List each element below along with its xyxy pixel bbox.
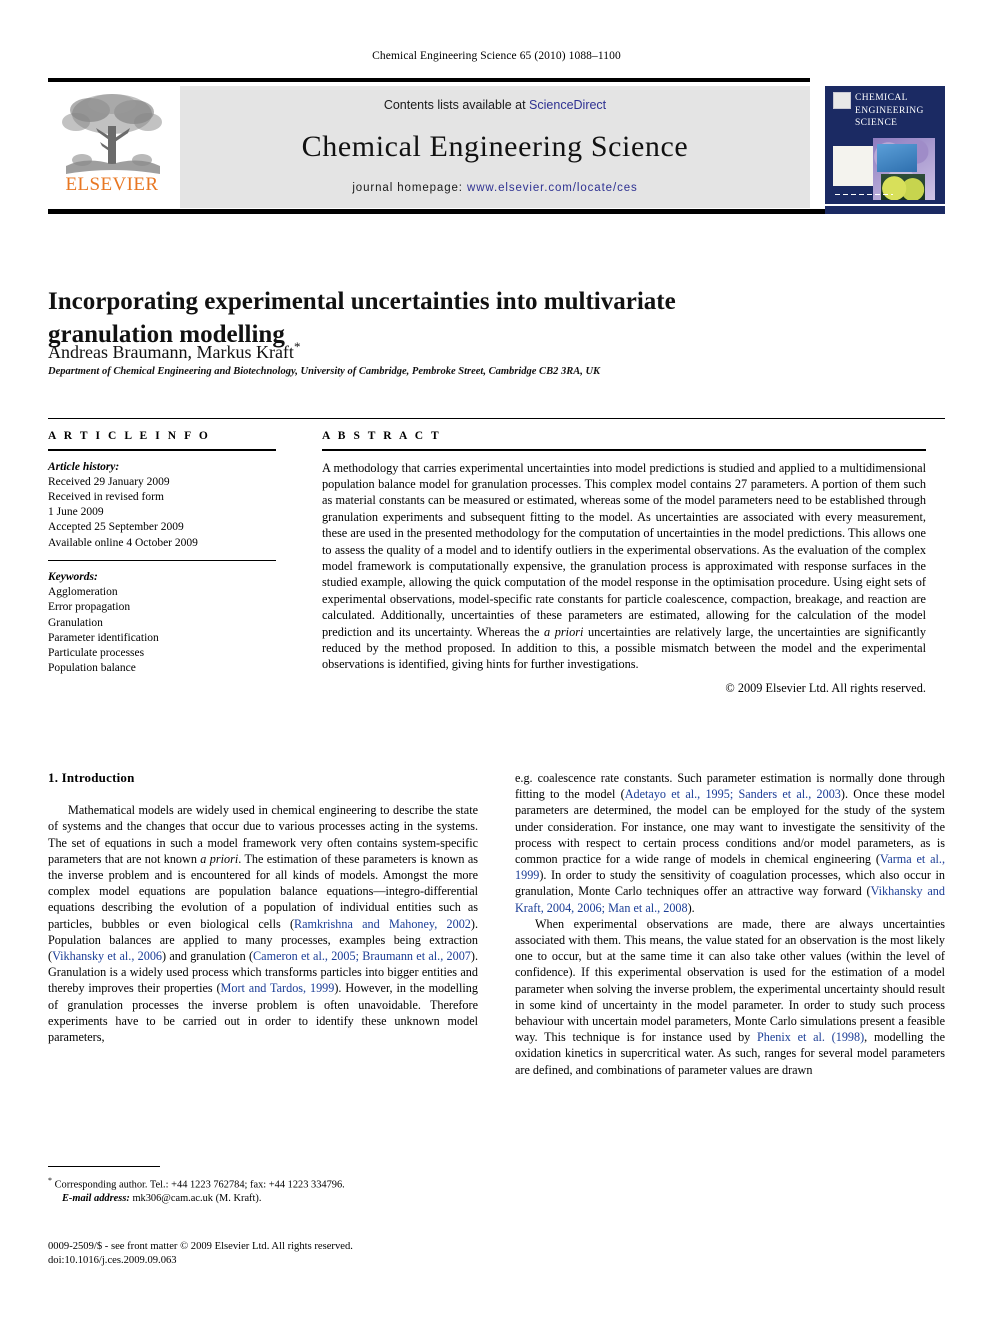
cover-bottom-bar bbox=[825, 204, 945, 206]
article-info-section: A R T I C L E I N F O Article history: R… bbox=[48, 430, 276, 676]
citation-vikhansky-2006[interactable]: Vikhansky et al., 2006 bbox=[52, 949, 162, 963]
info-abstract-top-rule bbox=[48, 418, 945, 419]
cover-title-line-2: ENGINEERING bbox=[855, 105, 924, 116]
body-column-left: 1. Introduction Mathematical models are … bbox=[48, 770, 478, 1045]
keywords-label: Keywords: bbox=[48, 570, 98, 583]
intro-right-text-d: ). bbox=[687, 900, 695, 915]
history-item: Available online 4 October 2009 bbox=[48, 536, 198, 549]
cover-title-line-3: SCIENCE bbox=[855, 118, 898, 128]
abstract-section: A B S T R A C T A methodology that carri… bbox=[322, 430, 926, 696]
article-info-heading: A R T I C L E I N F O bbox=[48, 430, 211, 442]
sciencedirect-link[interactable]: ScienceDirect bbox=[529, 98, 606, 112]
abstract-part-1: A methodology that carries experimental … bbox=[322, 460, 926, 639]
footnote-contact-text: Corresponding author. Tel.: +44 1223 762… bbox=[52, 1179, 345, 1191]
keyword-item: Particulate processes bbox=[48, 646, 145, 659]
running-head: Chemical Engineering Science 65 (2010) 1… bbox=[372, 50, 621, 62]
journal-homepage-link[interactable]: www.elsevier.com/locate/ces bbox=[467, 182, 638, 194]
citation-ramkrishna[interactable]: Ramkrishna and Mahoney, 2002 bbox=[294, 917, 471, 931]
author-list: Andreas Braumann, Markus Kraft* bbox=[48, 339, 728, 363]
email-address-label: E-mail address: bbox=[62, 1193, 130, 1205]
abstract-heading: A B S T R A C T bbox=[322, 430, 442, 442]
abstract-rule bbox=[322, 449, 926, 451]
corresponding-author-marker: * bbox=[293, 339, 301, 354]
history-item: Received 29 January 2009 bbox=[48, 475, 170, 488]
keywords-block: Keywords: Agglomeration Error propagatio… bbox=[48, 570, 276, 676]
footnote-line-2: E-mail address: mk306@cam.ac.uk (M. Kraf… bbox=[48, 1192, 478, 1206]
author-names: Andreas Braumann, Markus Kraft bbox=[48, 342, 294, 362]
journal-article-page: Chemical Engineering Science 65 (2010) 1… bbox=[0, 0, 992, 1323]
journal-cover-thumbnail: CHEMICAL ENGINEERING SCIENCE bbox=[825, 86, 945, 214]
history-item: Received in revised form bbox=[48, 490, 164, 503]
citation-adetayo-sanders[interactable]: Adetayo et al., 1995; Sanders et al., 20… bbox=[625, 787, 841, 801]
contents-available-line: Contents lists available at ScienceDirec… bbox=[180, 98, 810, 112]
abstract-copyright: © 2009 Elsevier Ltd. All rights reserved… bbox=[725, 680, 926, 695]
cover-image-green bbox=[881, 174, 925, 200]
footnote-line-1: * Corresponding author. Tel.: +44 1223 7… bbox=[48, 1174, 478, 1192]
affiliation: Department of Chemical Engineering and B… bbox=[48, 366, 601, 377]
cover-elsevier-icon bbox=[833, 92, 851, 109]
intro-paragraph-left: Mathematical models are widely used in c… bbox=[48, 802, 478, 1045]
masthead-top-rule bbox=[48, 78, 810, 82]
abstract-body: A methodology that carries experimental … bbox=[322, 460, 926, 673]
citation-mort-tardos[interactable]: Mort and Tardos, 1999 bbox=[221, 981, 335, 995]
corresponding-author-footnote: * Corresponding author. Tel.: +44 1223 7… bbox=[48, 1174, 478, 1206]
contents-prefix: Contents lists available at bbox=[383, 98, 530, 112]
homepage-prefix: journal homepage: bbox=[352, 182, 467, 194]
journal-homepage-line: journal homepage: www.elsevier.com/locat… bbox=[180, 182, 810, 194]
cover-title-text: CHEMICAL ENGINEERING SCIENCE bbox=[855, 92, 941, 130]
keyword-item: Granulation bbox=[48, 616, 103, 629]
abstract-italic-a-priori: a priori bbox=[544, 624, 584, 639]
keyword-item: Error propagation bbox=[48, 601, 131, 614]
keyword-item: Population balance bbox=[48, 662, 136, 675]
cover-title-line-1: CHEMICAL bbox=[855, 93, 908, 103]
article-history-label: Article history: bbox=[48, 460, 120, 473]
citation-cameron-braumann[interactable]: Cameron et al., 2005; Braumann et al., 2… bbox=[253, 949, 471, 963]
cover-image-blue bbox=[877, 144, 917, 172]
section-heading-introduction: 1. Introduction bbox=[48, 770, 135, 785]
intro-right2-text-a: When experimental observations are made,… bbox=[515, 916, 945, 1045]
intro-left-text-d: ) and granulation ( bbox=[162, 949, 254, 964]
article-history-block: Article history: Received 29 January 200… bbox=[48, 460, 276, 551]
journal-title: Chemical Engineering Science bbox=[301, 130, 689, 163]
footer-issn-line: 0009-2509/$ - see front matter © 2009 El… bbox=[48, 1241, 353, 1252]
article-info-rule bbox=[48, 449, 276, 451]
masthead-bottom-rule bbox=[48, 209, 945, 214]
elsevier-wordmark: ELSEVIER bbox=[65, 174, 159, 195]
cover-dash-rule bbox=[835, 194, 893, 195]
footer-doi-line[interactable]: doi:10.1016/j.ces.2009.09.063 bbox=[48, 1254, 608, 1268]
citation-phenix[interactable]: Phenix et al. (1998) bbox=[757, 1030, 864, 1044]
intro-paragraph-right-1: e.g. coalescence rate constants. Such pa… bbox=[515, 770, 945, 916]
email-address-value[interactable]: mk306@cam.ac.uk (M. Kraft). bbox=[130, 1193, 261, 1204]
keyword-item: Agglomeration bbox=[48, 586, 118, 599]
body-column-right: e.g. coalescence rate constants. Such pa… bbox=[515, 770, 945, 1078]
intro-left-italic: a priori bbox=[200, 851, 239, 866]
article-info-separator bbox=[48, 559, 276, 561]
page-footer: 0009-2509/$ - see front matter © 2009 El… bbox=[48, 1240, 608, 1268]
intro-paragraph-right-2: When experimental observations are made,… bbox=[515, 916, 945, 1078]
keyword-item: Parameter identification bbox=[48, 631, 159, 644]
history-item: 1 June 2009 bbox=[48, 506, 104, 519]
footnote-divider bbox=[48, 1166, 160, 1167]
history-item: Accepted 25 September 2009 bbox=[48, 521, 184, 534]
journal-masthead: ELSEVIER Contents lists available at Sci… bbox=[48, 78, 945, 216]
